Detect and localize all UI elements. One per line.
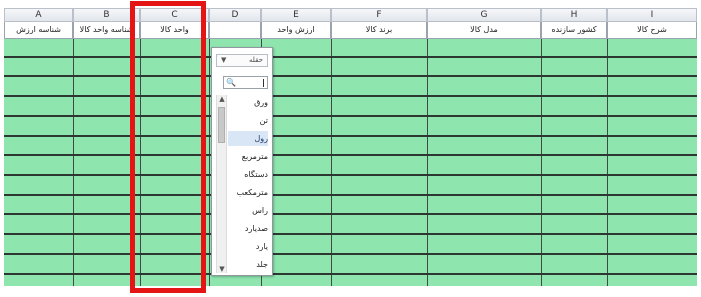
scroll-thumb[interactable] <box>218 107 225 143</box>
row-divider <box>4 273 697 275</box>
column-c-highlight-box <box>130 1 206 293</box>
dropdown-option[interactable]: دستگاه <box>228 167 268 182</box>
header-cell-i[interactable]: شرح کالا <box>607 22 697 39</box>
dropdown-option[interactable]: جلد <box>228 257 268 272</box>
dropdown-search-input[interactable]: 🔍 <box>223 76 268 89</box>
header-cell-e[interactable]: ارزش واحد <box>261 22 331 39</box>
column-letter-a[interactable]: A <box>4 8 73 22</box>
header-cell-g[interactable]: مدل کالا <box>427 22 541 39</box>
row-divider <box>4 213 697 215</box>
dropdown-option[interactable]: راس <box>228 203 268 218</box>
dropdown-option[interactable]: مترمکعب <box>228 185 268 200</box>
data-cells-area[interactable] <box>4 39 697 286</box>
caret-down-icon: ▼ <box>221 56 227 64</box>
row-divider <box>4 174 697 176</box>
row-divider <box>4 75 697 77</box>
column-letter-g[interactable]: G <box>427 8 541 22</box>
header-cell-h[interactable]: کشور سازنده <box>541 22 607 39</box>
row-divider <box>4 135 697 137</box>
row-divider <box>4 233 697 235</box>
column-letter-d[interactable]: D <box>209 8 261 22</box>
scroll-up-icon[interactable]: ▲ <box>218 95 226 103</box>
header-cell-a[interactable]: شناسه ارزش <box>4 22 73 39</box>
dropdown-option[interactable]: مترمربع <box>228 149 268 164</box>
row-divider <box>4 253 697 255</box>
search-icon: 🔍 <box>226 78 236 87</box>
row-divider <box>4 115 697 117</box>
spreadsheet: A B C D E F G H I شناسه ارزش شناسه واحد … <box>4 8 697 286</box>
column-letter-bar: A B C D E F G H I <box>4 8 697 22</box>
row-divider <box>4 194 697 196</box>
dropdown-scrollbar[interactable]: ▲ ▼ <box>216 95 227 273</box>
dropdown-filter-label: حقله <box>249 56 263 64</box>
text-cursor <box>263 79 264 87</box>
header-row: شناسه ارزش شناسه واحد کالا واحد کالا ارز… <box>4 22 697 39</box>
dropdown-option[interactable]: صدیارد <box>228 221 268 236</box>
scroll-down-icon[interactable]: ▼ <box>218 265 226 273</box>
column-letter-f[interactable]: F <box>331 8 427 22</box>
row-divider <box>4 56 697 58</box>
dropdown-option[interactable]: ورق <box>228 95 268 110</box>
column-letter-h[interactable]: H <box>541 8 607 22</box>
row-divider <box>4 95 697 97</box>
row-divider <box>4 154 697 156</box>
header-cell-d[interactable] <box>209 22 261 39</box>
header-cell-f[interactable]: برند کالا <box>331 22 427 39</box>
column-letter-i[interactable]: I <box>607 8 697 22</box>
column-letter-e[interactable]: E <box>261 8 331 22</box>
dropdown-options: ▲ ▼ ورق تن رول مترمربع دستگاه مترمکعب را… <box>216 95 270 273</box>
dropdown-option-selected[interactable]: رول <box>228 131 268 146</box>
dropdown-filter-select[interactable]: ▼ حقله <box>216 54 268 67</box>
dropdown-option[interactable]: تن <box>228 113 268 128</box>
dropdown-option[interactable]: یارد <box>228 239 268 254</box>
unit-dropdown-list[interactable]: ▼ حقله 🔍 ▲ ▼ ورق تن رول مترمربع دستگاه م… <box>211 47 273 276</box>
